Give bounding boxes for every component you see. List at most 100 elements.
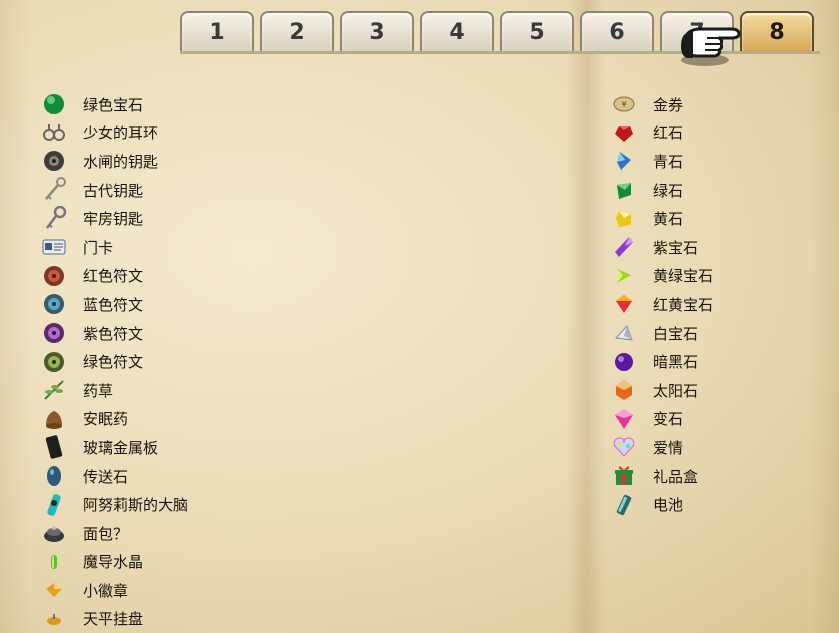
- inventory-item[interactable]: 爱情: [608, 433, 713, 462]
- inventory-item[interactable]: 蓝色符文: [38, 290, 188, 319]
- inventory-item-label: 魔导水晶: [83, 553, 144, 572]
- inventory-item[interactable]: 小徽章: [38, 576, 188, 605]
- inventory-item-label: 礼品盒: [653, 467, 699, 486]
- small-badge-icon: [38, 576, 70, 604]
- inventory-item[interactable]: 变石: [608, 405, 713, 434]
- white-gem-icon: [608, 319, 640, 347]
- teleport-stone-icon: [38, 462, 70, 490]
- inventory-item[interactable]: ¥ 金券: [608, 90, 713, 119]
- floodgate-key-icon: [38, 147, 70, 175]
- tab-3[interactable]: 3: [340, 11, 414, 51]
- tab-8[interactable]: 8: [740, 11, 814, 51]
- earrings-icon: [38, 119, 70, 147]
- tab-4[interactable]: 4: [420, 11, 494, 51]
- blue-rune-icon: [38, 290, 70, 318]
- love-crystal-icon: [608, 433, 640, 461]
- inventory-item[interactable]: 黄石: [608, 204, 713, 233]
- inventory-item[interactable]: 传送石: [38, 462, 188, 491]
- inventory-item-label: 少女的耳环: [83, 124, 159, 143]
- inventory-item-label: 太阳石: [653, 381, 699, 400]
- inventory-item[interactable]: 青石: [608, 147, 713, 176]
- inventory-item[interactable]: 药草: [38, 376, 188, 405]
- inventory-item-label: 电池: [653, 496, 684, 515]
- herb-icon: [38, 376, 70, 404]
- tab-5[interactable]: 5: [500, 11, 574, 51]
- inventory-item[interactable]: 面包？: [38, 519, 188, 548]
- inventory-item[interactable]: 古代钥匙: [38, 176, 188, 205]
- red-stone-icon: [608, 119, 640, 147]
- inventory-item[interactable]: 水闸的钥匙: [38, 147, 188, 176]
- cell-key-icon: [38, 205, 70, 233]
- inventory-item-label: 传送石: [83, 467, 129, 486]
- inventory-item[interactable]: 安眠药: [38, 405, 188, 434]
- yellow-stone-icon: [608, 205, 640, 233]
- inventory-item[interactable]: 红黄宝石: [608, 290, 713, 319]
- bread-icon: [38, 519, 70, 547]
- inventory-item-label: 黄石: [653, 210, 684, 229]
- right-item-list: ¥ 金券红石青石绿石黄石紫宝石黄绿宝石红黄宝石 白宝石暗黑石太阳石变石爱情礼品盒电池: [608, 90, 713, 519]
- red-rune-icon: [38, 262, 70, 290]
- inventory-item-label: 面包？: [83, 524, 129, 543]
- tab-1[interactable]: 1: [180, 11, 254, 51]
- gift-box-icon: [608, 462, 640, 490]
- inventory-item[interactable]: 太阳石: [608, 376, 713, 405]
- inventory-item-label: 天平挂盘: [83, 610, 144, 629]
- inventory-item[interactable]: 魔导水晶: [38, 548, 188, 577]
- inventory-item[interactable]: 紫色符文: [38, 319, 188, 348]
- inventory-item[interactable]: 牢房钥匙: [38, 204, 188, 233]
- dark-stone-icon: [608, 348, 640, 376]
- inventory-item-label: 牢房钥匙: [83, 210, 144, 229]
- book-spine: [566, 0, 606, 633]
- inventory-item[interactable]: 白宝石: [608, 319, 713, 348]
- inventory-item-label: 黄绿宝石: [653, 267, 714, 286]
- inventory-item-label: 紫色符文: [83, 324, 144, 343]
- purple-rune-icon: [38, 319, 70, 347]
- inventory-item[interactable]: 玻璃金属板: [38, 433, 188, 462]
- inventory-item[interactable]: 门卡: [38, 233, 188, 262]
- green-rune-icon: [38, 348, 70, 376]
- inventory-item[interactable]: 电池: [608, 490, 713, 519]
- inventory-item-label: 绿色符文: [83, 353, 144, 372]
- blue-stone-icon: [608, 147, 640, 175]
- inventory-item-label: 门卡: [83, 238, 114, 257]
- glass-metal-plate-icon: [38, 433, 70, 461]
- tab-2[interactable]: 2: [260, 11, 334, 51]
- inventory-item-label: 玻璃金属板: [83, 438, 159, 457]
- inventory-item-label: 小徽章: [83, 581, 129, 600]
- inventory-item[interactable]: 阿努莉斯的大脑: [38, 490, 188, 519]
- pointing-hand-cursor-icon: [681, 27, 741, 66]
- inventory-item[interactable]: 绿色宝石: [38, 90, 188, 119]
- inventory-item-label: 药草: [83, 381, 114, 400]
- inventory-item[interactable]: 少女的耳环: [38, 119, 188, 148]
- left-item-list: 绿色宝石少女的耳环水闸的钥匙 古代钥匙牢房钥匙门卡红色符文蓝色符文紫色符文绿色符文…: [38, 90, 188, 633]
- inventory-item[interactable]: 红色符文: [38, 262, 188, 291]
- inventory-item[interactable]: 绿石: [608, 176, 713, 205]
- inventory-item-label: 蓝色符文: [83, 295, 144, 314]
- inventory-item-label: 绿色宝石: [83, 95, 144, 114]
- brain-jar-icon: [38, 491, 70, 519]
- scale-pan-icon: [38, 605, 70, 633]
- inventory-item-label: 金券: [653, 95, 684, 114]
- inventory-item-label: 变石: [653, 410, 684, 429]
- inventory-item-label: 安眠药: [83, 410, 129, 429]
- inventory-item-label: 红石: [653, 124, 684, 143]
- red-yellow-gem-icon: [608, 290, 640, 318]
- inventory-item-label: 阿努莉斯的大脑: [83, 496, 189, 515]
- green-gem-icon: [38, 90, 70, 118]
- tab-6[interactable]: 6: [580, 11, 654, 51]
- inventory-item-label: 爱情: [653, 438, 684, 457]
- inventory-item-label: 青石: [653, 152, 684, 171]
- inventory-item-label: 红色符文: [83, 267, 144, 286]
- inventory-item-label: 暗黑石: [653, 353, 699, 372]
- inventory-item[interactable]: 黄绿宝石: [608, 262, 713, 291]
- inventory-item[interactable]: 暗黑石: [608, 347, 713, 376]
- inventory-item-label: 紫宝石: [653, 238, 699, 257]
- inventory-item[interactable]: 天平挂盘: [38, 605, 188, 633]
- inventory-item[interactable]: 礼品盒: [608, 462, 713, 491]
- amethyst-icon: [608, 233, 640, 261]
- keycard-icon: [38, 233, 70, 261]
- inventory-item[interactable]: 绿色符文: [38, 347, 188, 376]
- inventory-item[interactable]: 红石: [608, 119, 713, 148]
- inventory-item[interactable]: 紫宝石: [608, 233, 713, 262]
- battery-icon: [608, 491, 640, 519]
